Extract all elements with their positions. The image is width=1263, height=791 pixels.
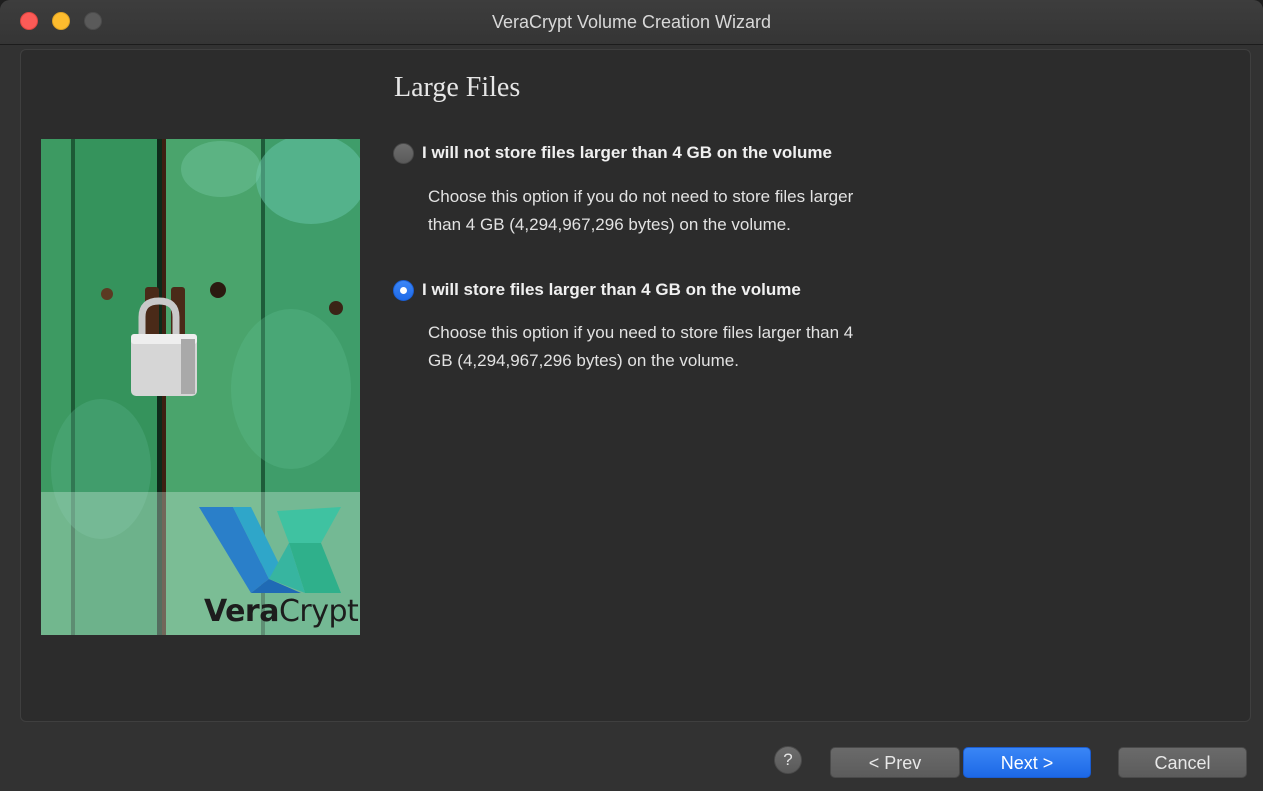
window-title: VeraCrypt Volume Creation Wizard: [491, 12, 772, 32]
option-no-large-files[interactable]: I will not store files larger than 4 GB …: [393, 141, 832, 165]
option-description-line: than 4 GB (4,294,967,296 bytes) on the v…: [428, 215, 791, 234]
radio-no-large-files[interactable]: [393, 142, 414, 164]
veracrypt-brand-text: VeraCrypt: [204, 594, 359, 629]
option-description: Choose this option if you need to store …: [428, 319, 988, 375]
prev-button[interactable]: < Prev: [830, 747, 960, 778]
cancel-button[interactable]: Cancel: [1118, 747, 1247, 778]
brand-bold: Vera: [204, 594, 279, 629]
option-large-files[interactable]: I will store files larger than 4 GB on t…: [393, 278, 801, 302]
wizard-window: VeraCrypt Volume Creation Wizard VeraCry…: [0, 0, 1263, 791]
option-label[interactable]: I will not store files larger than 4 GB …: [422, 143, 832, 163]
help-button[interactable]: ?: [774, 746, 802, 774]
veracrypt-padlock-image: VeraCrypt: [41, 139, 360, 635]
brand-light: Crypt: [278, 594, 359, 629]
title-bar[interactable]: VeraCrypt Volume Creation Wizard: [0, 0, 1263, 45]
radio-large-files[interactable]: [393, 279, 414, 301]
option-description-line: Choose this option if you do not need to…: [428, 187, 854, 206]
radio-selected-dot: [400, 286, 407, 294]
page-title: Large Files: [394, 72, 521, 103]
option-description: Choose this option if you do not need to…: [428, 183, 988, 239]
option-description-line: Choose this option if you need to store …: [428, 323, 854, 342]
next-button[interactable]: Next >: [963, 747, 1091, 778]
option-description-line: GB (4,294,967,296 bytes) on the volume.: [428, 351, 739, 370]
option-label[interactable]: I will store files larger than 4 GB on t…: [422, 280, 801, 300]
